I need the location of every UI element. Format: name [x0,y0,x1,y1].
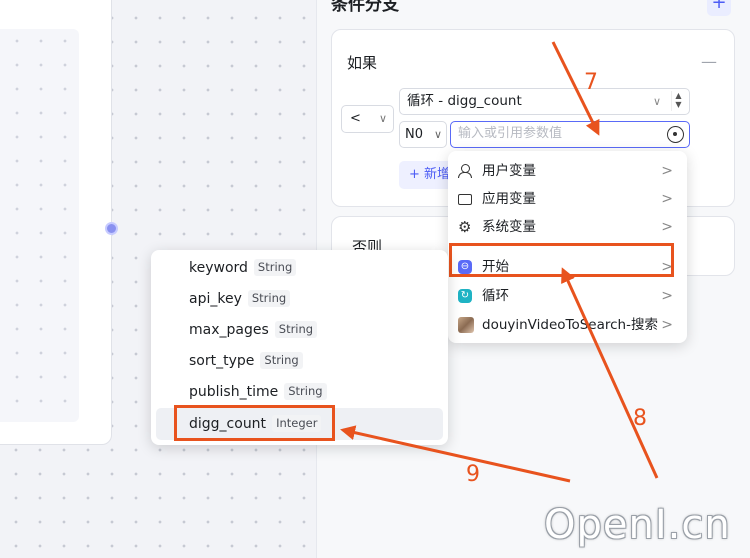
add-branch-button[interactable]: + [707,0,731,16]
output-item-sort-type[interactable]: sort_type String [189,350,303,372]
source-item-loop[interactable]: ↻ 循环 > [448,282,687,310]
digg-count-highlight-box [174,405,335,441]
folder-icon [458,194,472,205]
user-icon [458,164,472,178]
operator-select[interactable]: < ∨ [341,105,394,133]
step-number-9: 9 [466,462,480,487]
if-label: 如果 [347,54,378,72]
value-placeholder: 输入或引用参数值 [458,126,563,141]
chevron-down-icon: ∨ [378,112,387,125]
value-type: N0 [405,127,423,142]
output-item-api-key[interactable]: api_key String [189,288,291,310]
value-input[interactable]: 输入或引用参数值 [450,121,690,148]
variable-select[interactable]: 循环 - digg_count ∨ ▲ ▼ [399,88,690,115]
collapse-branch-button[interactable]: — [701,52,717,71]
type-badge: String [247,290,291,307]
type-badge: String [274,321,318,338]
chevron-right-icon: > [661,288,673,304]
panel-title: 条件分支 [331,0,399,15]
output-item-max-pages[interactable]: max_pages String [189,319,318,341]
type-badge: String [284,383,327,400]
chevron-right-icon: > [661,163,673,179]
chevron-right-icon: > [661,219,673,235]
type-badge: String [253,259,297,276]
output-item-publish-time[interactable]: publish_time String [189,381,327,403]
chevron-right-icon: > [661,191,673,207]
source-item-douyin-search[interactable]: douyinVideoToSearch-搜索 > [448,311,687,339]
output-item-keyword[interactable]: keyword String [189,257,297,279]
canvas-node-body [0,29,79,422]
chevron-down-icon: ∨ [652,95,661,108]
canvas-node-card [0,0,112,445]
source-item-app-variables[interactable]: 应用变量 > [448,185,687,213]
start-highlight-box [449,243,674,277]
value-type-select[interactable]: N0 ∨ [399,121,447,148]
reference-variable-icon[interactable] [667,126,684,143]
chevron-right-icon: > [661,317,673,333]
loop-icon: ↻ [458,289,472,303]
step-number-7: 7 [584,70,598,95]
node-connector-handle[interactable] [105,222,118,235]
step-number-8: 8 [633,406,647,431]
type-badge: String [260,352,303,369]
source-item-system-variables[interactable]: ⚙ 系统变量 > [448,213,687,241]
chevron-down-icon: ∨ [433,128,442,141]
avatar-icon [458,317,474,333]
watermark-logo: OpenI.cn [544,502,731,548]
operator-value: < [350,111,361,126]
stepper-icon[interactable]: ▲ ▼ [671,91,685,111]
variable-value: 循环 - digg_count [407,93,522,109]
source-item-user-variables[interactable]: 用户变量 > [448,157,687,185]
gear-icon: ⚙ [458,218,472,236]
